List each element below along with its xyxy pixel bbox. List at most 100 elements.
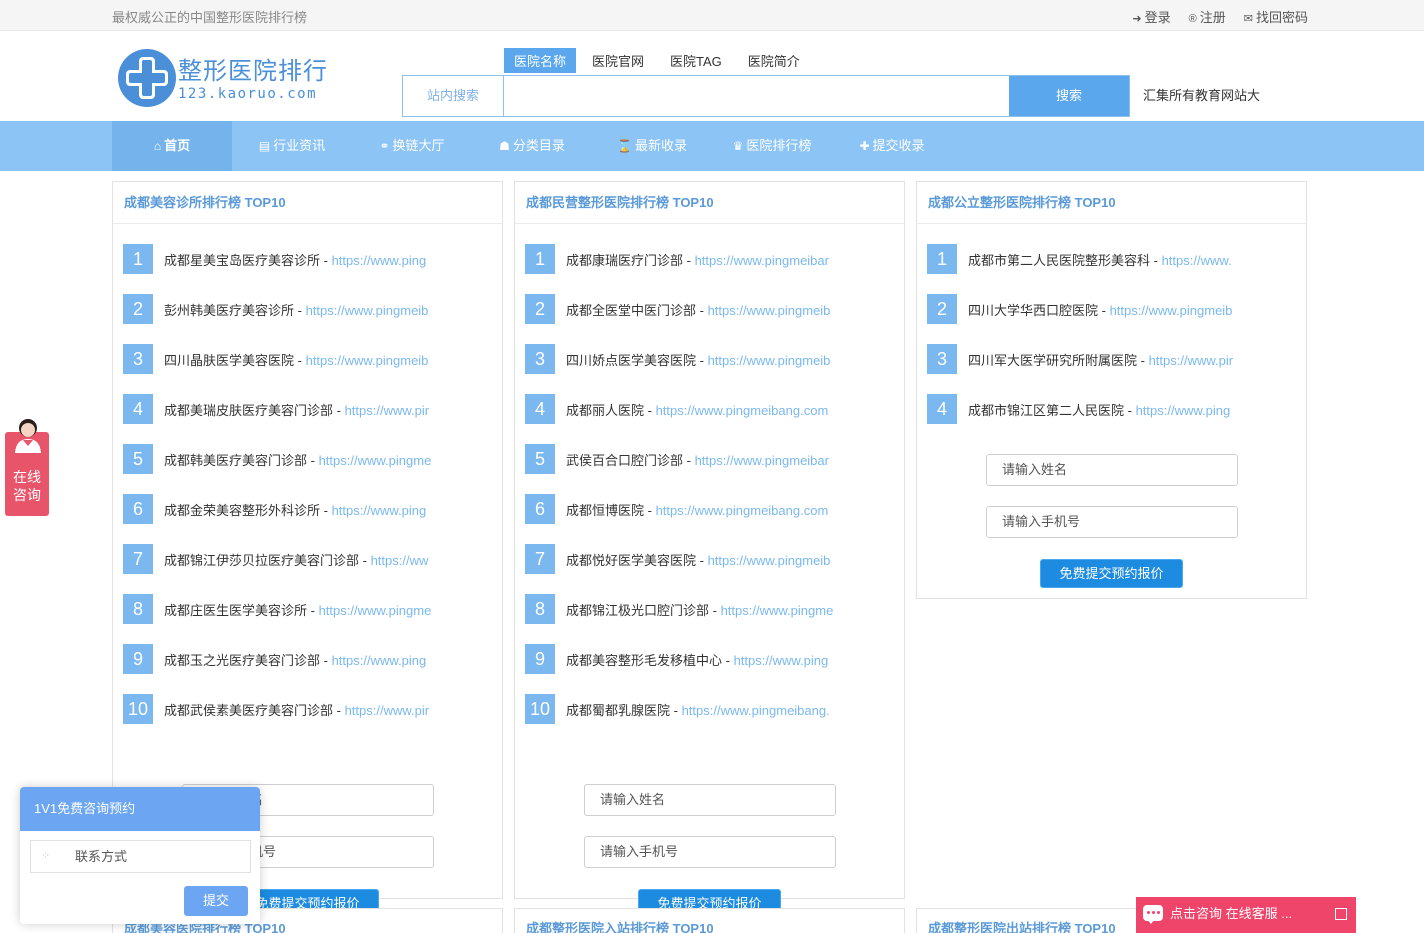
list-item[interactable]: 1 成都市第二人民医院整形美容科 - https://www.: [927, 234, 1306, 284]
list-item[interactable]: 3 四川娇点医学美容医院 - https://www.pingmeib: [525, 334, 904, 384]
hospital-name: 成都武侯素美医疗美容门诊部: [164, 702, 334, 718]
rank-badge: 5: [525, 444, 555, 474]
hospital-url[interactable]: https://www.pingmeibar: [695, 453, 829, 468]
hospital-url[interactable]: https://www.pingmeibang.com: [656, 403, 829, 418]
submit-quote-button[interactable]: 免费提交预约报价: [1040, 559, 1183, 588]
phone-input[interactable]: 请输入手机号: [584, 836, 836, 868]
hospital-name: 成都美容整形毛发移植中心: [566, 652, 723, 668]
tab-hospital-website[interactable]: 医院官网: [582, 48, 654, 73]
hospital-name: 成都蜀都乳腺医院: [566, 702, 671, 718]
hospital-url[interactable]: https://www.pingmeib: [708, 303, 831, 318]
list-item[interactable]: 5 武侯百合口腔门诊部 - https://www.pingmeibar: [525, 434, 904, 484]
list-item[interactable]: 4 成都市锦江区第二人民医院 - https://www.ping: [927, 384, 1306, 434]
nav-submit-entry[interactable]: ✚ 提交收录: [832, 121, 952, 171]
search-button[interactable]: 搜索: [1009, 76, 1129, 116]
list-item[interactable]: 8 成都庄医生医学美容诊所 - https://www.pingme: [123, 584, 502, 634]
hospital-url[interactable]: https://www.pingmeib: [1110, 303, 1233, 318]
hospital-url[interactable]: https://www.pingmeib: [708, 553, 831, 568]
hospital-url[interactable]: https://www.pingmeibar: [695, 253, 829, 268]
popup-submit-button[interactable]: 提交: [184, 886, 248, 916]
recover-password-link[interactable]: ✉ 找回密码: [1244, 7, 1308, 26]
hospital-url[interactable]: https://www.ping: [734, 653, 829, 668]
account-links: ➜ 登录 ® 注册 ✉ 找回密码: [1132, 7, 1308, 26]
hospital-url[interactable]: https://www.pingmeib: [306, 303, 429, 318]
plus-icon: ✚: [859, 139, 870, 153]
hospital-url[interactable]: https://ww: [371, 553, 429, 568]
contact-input[interactable]: ⁘ 联系方式: [30, 840, 251, 873]
hospital-url[interactable]: https://www.pir: [345, 703, 430, 718]
nav-hospital-ranking[interactable]: ♛ 医院排行榜: [712, 121, 832, 171]
list-item[interactable]: 10 成都蜀都乳腺医院 - https://www.pingmeibang.: [525, 684, 904, 734]
search-input[interactable]: [504, 76, 1009, 116]
list-item[interactable]: 5 成都韩美医疗美容门诊部 - https://www.pingme: [123, 434, 502, 484]
window-icon[interactable]: [1335, 908, 1347, 920]
hospital-url[interactable]: https://www.pingmeib: [306, 353, 429, 368]
envelope-icon: ✉: [1243, 13, 1253, 25]
hospital-url[interactable]: https://www.pingme: [319, 453, 432, 468]
tab-hospital-name[interactable]: 医院名称: [504, 48, 577, 73]
list-item[interactable]: 9 成都美容整形毛发移植中心 - https://www.ping: [525, 634, 904, 684]
name-input[interactable]: 请输入姓名: [986, 454, 1238, 486]
list-item[interactable]: 8 成都锦江极光口腔门诊部 - https://www.pingme: [525, 584, 904, 634]
name-input[interactable]: 请输入姓名: [584, 784, 836, 816]
online-chat-bar[interactable]: 点击咨询 在线客服 ...: [1136, 897, 1356, 933]
rank-badge: 4: [927, 394, 957, 424]
site-logo[interactable]: 整形医院排行 123.kaoruo.com: [116, 47, 327, 109]
header-tagline: 汇集所有教育网站大: [1143, 88, 1261, 103]
hospital-url[interactable]: https://www.pingme: [319, 603, 432, 618]
hospital-url[interactable]: https://www.pir: [345, 403, 430, 418]
list-item[interactable]: 2 彭州韩美医疗美容诊所 - https://www.pingmeib: [123, 284, 502, 334]
medical-cross-icon: [118, 49, 176, 107]
hospital-url[interactable]: https://www.ping: [332, 253, 427, 268]
register-link[interactable]: ® 注册: [1189, 7, 1226, 26]
list-item[interactable]: 4 成都丽人医院 - https://www.pingmeibang.com: [525, 384, 904, 434]
hospital-url[interactable]: https://www.ping: [332, 653, 427, 668]
list-item[interactable]: 6 成都金荣美容整形外科诊所 - https://www.ping: [123, 484, 502, 534]
search-tabs: 医院名称 医院官网 医院TAG 医院简介: [504, 48, 810, 73]
hospital-url[interactable]: https://www.pingmeibang.: [682, 703, 830, 718]
hospital-url[interactable]: https://www.ping: [1136, 403, 1231, 418]
list-item[interactable]: 2 四川大学华西口腔医院 - https://www.pingmeib: [927, 284, 1306, 334]
hospital-url[interactable]: https://www.pingmeibang.com: [656, 503, 829, 518]
rank-badge: 5: [123, 444, 153, 474]
chat-label: 点击咨询 在线客服 ...: [1170, 906, 1293, 921]
hospital-name: 成都锦江伊莎贝拉医疗美容门诊部: [164, 552, 360, 568]
rank-badge: 6: [525, 494, 555, 524]
rank-badge: 10: [123, 694, 153, 724]
rank-badge: 4: [525, 394, 555, 424]
hospital-url[interactable]: https://www.pingme: [721, 603, 834, 618]
nav-industry-news[interactable]: ▤ 行业资讯: [232, 121, 352, 171]
hospital-url[interactable]: https://www.pir: [1149, 353, 1234, 368]
online-consult-widget[interactable]: 在线 咨询: [5, 415, 49, 516]
tab-hospital-tag[interactable]: 医院TAG: [660, 48, 732, 73]
list-item[interactable]: 4 成都美瑞皮肤医疗美容门诊部 - https://www.pir: [123, 384, 502, 434]
hospital-url[interactable]: https://www.ping: [332, 503, 427, 518]
hospital-name: 四川军大医学研究所附属医院: [968, 352, 1138, 368]
tab-hospital-intro[interactable]: 医院简介: [738, 48, 810, 73]
hospital-url[interactable]: https://www.pingmeib: [708, 353, 831, 368]
hospital-url[interactable]: https://www.: [1162, 253, 1232, 268]
hospital-name: 成都市第二人民医院整形美容科: [968, 252, 1151, 268]
list-item[interactable]: 1 成都星美宝岛医疗美容诊所 - https://www.ping: [123, 234, 502, 284]
ranking-panel-private: 成都民营整形医院排行榜 TOP10 1 成都康瑞医疗门诊部 - https://w…: [514, 181, 905, 918]
list-item[interactable]: 6 成都恒博医院 - https://www.pingmeibang.com: [525, 484, 904, 534]
hospital-name: 四川大学华西口腔医院: [968, 302, 1099, 318]
list-item[interactable]: 3 四川晶肤医学美容医院 - https://www.pingmeib: [123, 334, 502, 384]
list-item[interactable]: 10 成都武侯素美医疗美容门诊部 - https://www.pir: [123, 684, 502, 734]
hospital-name: 成都玉之光医疗美容门诊部: [164, 652, 321, 668]
nav-latest-entries[interactable]: ⌛ 最新收录: [592, 121, 712, 171]
list-item[interactable]: 7 成都悦好医学美容医院 - https://www.pingmeib: [525, 534, 904, 584]
nav-home[interactable]: ⌂ 首页: [112, 121, 232, 171]
nav-link-exchange[interactable]: ⚭ 换链大厅: [352, 121, 472, 171]
rank-badge: 8: [525, 594, 555, 624]
login-link[interactable]: ➜ 登录: [1132, 7, 1170, 26]
hospital-name: 成都全医堂中医门诊部: [566, 302, 697, 318]
hospital-name: 成都康瑞医疗门诊部: [566, 252, 684, 268]
list-item[interactable]: 2 成都全医堂中医门诊部 - https://www.pingmeib: [525, 284, 904, 334]
list-item[interactable]: 9 成都玉之光医疗美容门诊部 - https://www.ping: [123, 634, 502, 684]
phone-input[interactable]: 请输入手机号: [986, 506, 1238, 538]
list-item[interactable]: 1 成都康瑞医疗门诊部 - https://www.pingmeibar: [525, 234, 904, 284]
nav-category-directory[interactable]: ☗ 分类目录: [472, 121, 592, 171]
list-item[interactable]: 7 成都锦江伊莎贝拉医疗美容门诊部 - https://ww: [123, 534, 502, 584]
list-item[interactable]: 3 四川军大医学研究所附属医院 - https://www.pir: [927, 334, 1306, 384]
